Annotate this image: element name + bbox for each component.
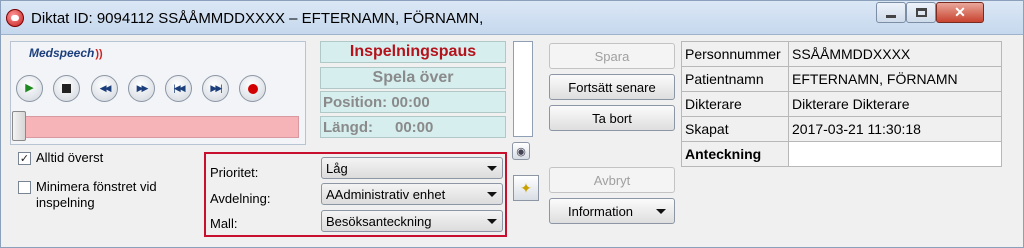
always-on-top-checkbox[interactable]: ✓ <box>18 152 31 165</box>
skip-to-end-icon: ▶▶| <box>210 83 222 93</box>
skip-to-start-button[interactable]: |◀◀ <box>165 75 192 102</box>
note-label: Anteckning <box>681 141 789 167</box>
fast-forward-button[interactable]: ▶▶ <box>128 75 155 102</box>
recording-pause-status: Inspelningspaus <box>320 41 506 63</box>
app-icon <box>6 9 24 27</box>
play-icon: ▶ <box>25 82 34 94</box>
logo-text: Medspeech <box>29 46 95 60</box>
note-field[interactable] <box>788 141 1002 167</box>
play-button[interactable]: ▶ <box>16 75 43 102</box>
position-readout: Position: 00:00 <box>320 91 506 113</box>
info-label: Dikterare <box>681 91 789 117</box>
record-settings-button[interactable]: ◉ <box>512 142 530 160</box>
title-bar[interactable]: Diktat ID: 9094112 SSÅÅMMDDXXXX – EFTERN… <box>1 1 1023 35</box>
template-label: Mall: <box>210 216 238 231</box>
length-value: 00:00 <box>395 118 434 136</box>
medspeech-logo: Medspeech)) <box>29 46 103 60</box>
skip-to-start-icon: |◀◀ <box>173 83 185 93</box>
minimize-on-record-label: Minimera fönstret vid inspelning <box>36 179 157 210</box>
magic-wand-button[interactable]: ✦ <box>513 175 539 201</box>
magic-wand-icon: ✦ <box>520 179 532 196</box>
chevron-down-icon <box>487 219 497 224</box>
chevron-down-icon <box>487 166 497 171</box>
close-icon: ✕ <box>954 4 966 20</box>
info-value: 2017-03-21 11:30:18 <box>788 116 1002 142</box>
record-button[interactable] <box>239 75 266 102</box>
table-row: Anteckning <box>681 141 1002 167</box>
info-label: Patientnamn <box>681 66 789 92</box>
info-label: Skapat <box>681 116 789 142</box>
info-value: EFTERNAMN, FÖRNAMN <box>788 66 1002 92</box>
logo-mark: )) <box>95 48 103 60</box>
info-label: Personnummer <box>681 41 789 67</box>
maximize-button[interactable] <box>906 2 936 23</box>
table-row: Skapat 2017-03-21 11:30:18 <box>681 116 1002 142</box>
save-button[interactable]: Spara <box>549 43 675 69</box>
cancel-button[interactable]: Avbryt <box>549 167 675 193</box>
template-select[interactable]: Besöksanteckning <box>321 210 503 232</box>
info-value: Dikterare Dikterare <box>788 91 1002 117</box>
stop-button[interactable] <box>53 75 80 102</box>
play-over-status: Spela över <box>320 67 506 89</box>
information-label: Information <box>568 203 634 219</box>
position-slider-thumb[interactable] <box>12 111 26 141</box>
always-on-top-label: Alltid överst <box>36 150 104 165</box>
table-row: Dikterare Dikterare Dikterare <box>681 91 1002 117</box>
delete-button[interactable]: Ta bort <box>549 105 675 131</box>
always-on-top-option[interactable]: ✓ Alltid överst <box>18 150 103 166</box>
department-value: AAdministrativ enhet <box>326 186 446 202</box>
chevron-down-icon <box>656 209 666 214</box>
window-title: Diktat ID: 9094112 SSÅÅMMDDXXXX – EFTERN… <box>31 10 484 27</box>
priority-value: Låg <box>326 160 348 176</box>
dictation-fields-group: Prioritet: Låg Avdelning: AAdministrativ… <box>204 152 507 237</box>
fast-forward-icon: ▶▶ <box>136 83 149 93</box>
template-value: Besöksanteckning <box>326 213 432 229</box>
length-label: Längd: <box>323 118 373 136</box>
minimize-button[interactable] <box>876 2 906 23</box>
stop-icon <box>62 84 71 93</box>
check-icon: ✓ <box>19 153 30 165</box>
minimize-on-record-option[interactable]: Minimera fönstret vid inspelning <box>18 179 198 211</box>
info-value: SSÅÅMMDDXXXX <box>788 41 1002 67</box>
continue-later-button[interactable]: Fortsätt senare <box>549 74 675 100</box>
dictation-window: Diktat ID: 9094112 SSÅÅMMDDXXXX – EFTERN… <box>0 0 1024 248</box>
department-select[interactable]: AAdministrativ enhet <box>321 183 503 205</box>
record-icon <box>247 83 258 94</box>
minimize-on-record-checkbox[interactable] <box>18 181 31 194</box>
information-menu-button[interactable]: Information <box>549 198 675 224</box>
length-readout: Längd: 00:00 <box>320 116 506 138</box>
minimize-icon <box>886 15 896 18</box>
position-slider-track[interactable] <box>15 116 299 138</box>
table-row: Patientnamn EFTERNAMN, FÖRNAMN <box>681 66 1002 92</box>
rewind-icon: ◀◀ <box>99 83 112 93</box>
chevron-down-icon <box>487 192 497 197</box>
close-button[interactable]: ✕ <box>936 2 984 23</box>
table-row: Personnummer SSÅÅMMDDXXXX <box>681 41 1002 67</box>
patient-info-table: Personnummer SSÅÅMMDDXXXX Patientnamn EF… <box>681 41 1002 167</box>
skip-to-end-button[interactable]: ▶▶| <box>202 75 229 102</box>
volume-meter <box>513 41 533 137</box>
priority-select[interactable]: Låg <box>321 157 503 179</box>
record-settings-icon: ◉ <box>516 145 526 158</box>
maximize-icon <box>915 8 927 17</box>
priority-label: Prioritet: <box>210 165 259 180</box>
department-label: Avdelning: <box>210 191 271 206</box>
rewind-button[interactable]: ◀◀ <box>91 75 118 102</box>
